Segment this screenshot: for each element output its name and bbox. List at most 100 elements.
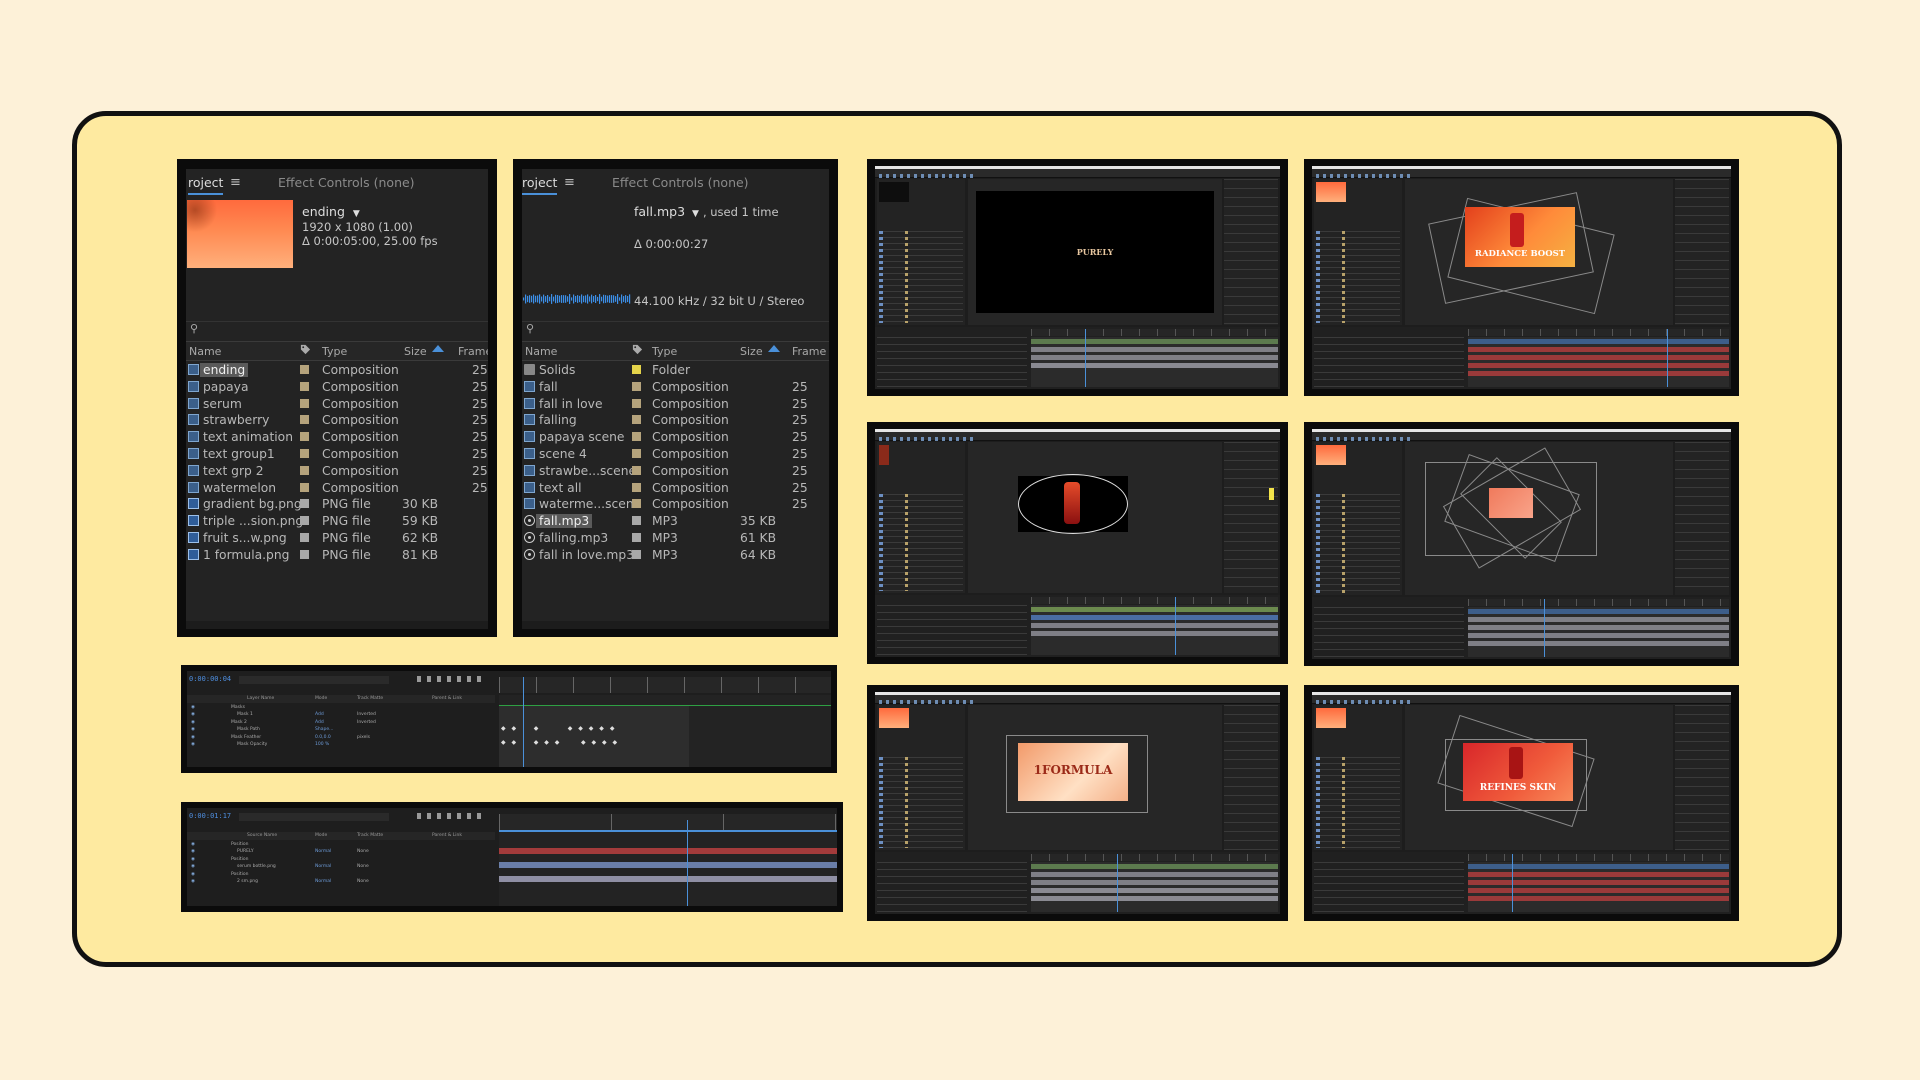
label-color-swatch[interactable] [300,398,309,408]
list-item[interactable]: text all Composition 25 [522,480,829,497]
layer-property-row[interactable]: ◉ Mask 2 Add Inverted [187,720,495,727]
visibility-toggle-icon[interactable]: ◉ [191,879,195,884]
list-item[interactable]: fall in love.mp3 MP3 64 KB [522,547,829,564]
current-time-indicator[interactable] [1085,329,1086,387]
list-item[interactable]: 1 formula.png PNG file 81 KB [186,547,488,564]
list-item[interactable]: text animation Composition 25 [186,429,488,446]
column-frame[interactable]: Frame [458,345,488,358]
visibility-toggle-icon[interactable]: ◉ [191,849,195,854]
panel-menu-icon[interactable]: ≡ [564,175,575,190]
timeline-search-input[interactable] [239,676,389,684]
label-color-swatch[interactable] [300,415,309,425]
layer-property-row[interactable]: ◉ Mask Feather 0.0,0.0 pixels [187,735,495,742]
property-matte[interactable]: None [357,849,369,854]
visibility-toggle-icon[interactable]: ◉ [191,872,195,877]
label-color-swatch[interactable] [632,532,641,542]
label-color-swatch[interactable] [300,448,309,458]
header-layer-name[interactable]: Layer Name [247,696,274,701]
property-matte[interactable]: pixels [357,735,370,740]
list-item[interactable]: waterme...scene Composition 25 [522,496,829,513]
header-parent-link[interactable]: Parent & Link [432,696,462,701]
search-icon[interactable]: ⚲ [190,322,198,335]
tool-icons[interactable] [879,700,974,704]
property-mode[interactable]: 100 % [315,742,329,747]
visibility-toggle-icon[interactable]: ◉ [191,735,195,740]
current-time-indicator[interactable] [1544,599,1545,657]
current-time-indicator[interactable] [1175,597,1176,655]
list-item[interactable]: fruit s...w.png PNG file 62 KB [186,530,488,547]
label-color-swatch[interactable] [300,549,309,559]
project-search[interactable]: ⚲ [186,321,488,338]
current-time-indicator[interactable] [1117,854,1118,912]
visibility-toggle-icon[interactable]: ◉ [191,842,195,847]
layer-property-row[interactable]: ◉ Mask Opacity 100 % [187,742,495,749]
layer-bar[interactable] [499,876,837,882]
current-time-indicator[interactable] [1667,329,1668,387]
list-item[interactable]: Solids Folder [522,362,829,379]
label-color-swatch[interactable] [632,465,641,475]
list-item[interactable]: ending Composition 25 [186,362,488,379]
property-mode[interactable]: Normal [315,849,331,854]
property-mode[interactable]: Add [315,720,324,725]
list-item[interactable]: falling.mp3 MP3 61 KB [522,530,829,547]
sort-ascending-icon[interactable] [768,345,780,352]
layer-property-row[interactable]: ◉ Position [187,872,495,879]
column-type[interactable]: Type [652,345,677,358]
timecode[interactable]: 0:00:01:17 [189,812,231,820]
label-color-swatch[interactable] [632,432,641,442]
layer-property-row[interactable]: ◉ Mask Path Shape... [187,727,495,734]
list-item[interactable]: fall in love Composition 25 [522,396,829,413]
label-color-swatch[interactable] [300,365,309,374]
list-item[interactable]: fall.mp3 MP3 35 KB [522,513,829,530]
list-item[interactable]: text grp 2 Composition 25 [186,463,488,480]
header-track-matte[interactable]: Track Matte [357,833,383,838]
list-item[interactable]: fall Composition 25 [522,379,829,396]
column-type[interactable]: Type [322,345,347,358]
current-time-indicator[interactable] [687,820,688,906]
list-item[interactable]: papaya scene Composition 25 [522,429,829,446]
list-item[interactable]: gradient bg.png PNG file 30 KB [186,496,488,513]
current-time-indicator[interactable] [523,677,524,767]
layer-property-row[interactable]: ◉ serum bottle.png Normal None [187,864,495,871]
tool-icons[interactable] [1316,437,1411,441]
chevron-down-icon[interactable]: ▼ [692,209,699,219]
label-color-swatch[interactable] [632,448,641,458]
property-matte[interactable]: None [357,864,369,869]
time-ruler[interactable] [499,677,831,693]
property-matte[interactable]: Inverted [357,720,376,725]
label-color-swatch[interactable] [300,499,309,509]
label-color-swatch[interactable] [300,516,309,526]
visibility-toggle-icon[interactable]: ◉ [191,727,195,732]
layer-property-row[interactable]: ◉ 2 sm.png Normal None [187,879,495,886]
list-item[interactable]: falling Composition 25 [522,412,829,429]
visibility-toggle-icon[interactable]: ◉ [191,720,195,725]
layer-property-row[interactable]: ◉ Masks [187,705,495,712]
tab-project[interactable]: roject [522,175,558,195]
list-item[interactable]: text group1 Composition 25 [186,446,488,463]
visibility-toggle-icon[interactable]: ◉ [191,705,195,710]
property-mode[interactable]: Add [315,712,324,717]
label-tag-icon[interactable] [632,344,643,355]
layer-property-row[interactable]: ◉ Position [187,857,495,864]
keyframe-markers[interactable]: ◆ ◆ ◆ ◆ ◆ ◆ ◆ ◆ [501,725,616,732]
panel-menu-icon[interactable]: ≡ [230,175,241,190]
list-item[interactable]: watermelon Composition 25 [186,480,488,497]
layer-property-row[interactable]: ◉ Mask 1 Add Inverted [187,712,495,719]
keyframe-markers[interactable]: ◆ ◆ ◆ ◆ ◆ ◆ ◆ ◆ ◆ [501,739,619,746]
property-mode[interactable]: 0.0,0.0 [315,735,331,740]
list-item[interactable]: scene 4 Composition 25 [522,446,829,463]
timeline-switches[interactable] [417,676,487,682]
list-item[interactable]: serum Composition 25 [186,396,488,413]
column-size[interactable]: Size [740,345,763,358]
property-matte[interactable]: None [357,879,369,884]
header-source-name[interactable]: Source Name [247,833,277,838]
label-color-swatch[interactable] [300,532,309,542]
list-item[interactable]: strawbe...scene Composition 25 [522,463,829,480]
label-color-swatch[interactable] [632,516,641,526]
label-color-swatch[interactable] [632,398,641,408]
label-color-swatch[interactable] [632,499,641,509]
layer-property-row[interactable]: ◉ PURELY Normal None [187,849,495,856]
property-mode[interactable]: Normal [315,879,331,884]
property-mode[interactable]: Shape... [315,727,333,732]
label-color-swatch[interactable] [300,482,309,492]
